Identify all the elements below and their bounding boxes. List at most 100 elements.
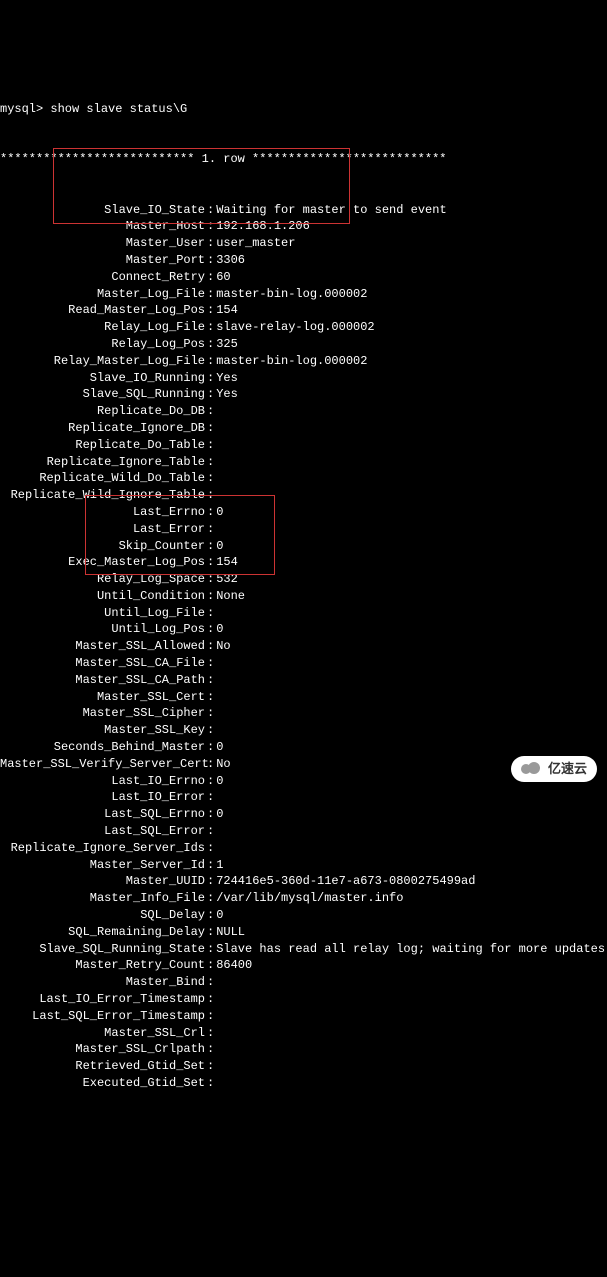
field-value: 154 — [216, 554, 238, 571]
field-separator: : — [205, 420, 216, 437]
field-separator: : — [205, 437, 216, 454]
field-row: Until_Log_File: — [0, 605, 607, 622]
field-value: 192.168.1.206 — [216, 218, 310, 235]
field-separator: : — [205, 773, 216, 790]
field-label: Master_SSL_CA_Path — [0, 672, 205, 689]
row-separator: *************************** 1. row *****… — [0, 151, 607, 168]
field-row: Last_SQL_Error_Timestamp: — [0, 1008, 607, 1025]
field-separator: : — [205, 957, 216, 974]
field-label: Until_Log_Pos — [0, 621, 205, 638]
field-row: Master_Host:192.168.1.206 — [0, 218, 607, 235]
field-value: Yes — [216, 386, 238, 403]
field-row: Skip_Counter:0 — [0, 538, 607, 555]
field-separator: : — [205, 1008, 216, 1025]
field-separator: : — [205, 924, 216, 941]
field-separator: : — [205, 823, 216, 840]
field-value: 0 — [216, 806, 223, 823]
field-value: 0 — [216, 773, 223, 790]
field-row: Relay_Log_Pos:325 — [0, 336, 607, 353]
field-separator: : — [205, 538, 216, 555]
field-separator: : — [205, 454, 216, 471]
field-row: Retrieved_Gtid_Set: — [0, 1058, 607, 1075]
field-label: Replicate_Wild_Ignore_Table — [0, 487, 205, 504]
field-row: Master_Server_Id:1 — [0, 857, 607, 874]
field-row: Last_Errno:0 — [0, 504, 607, 521]
field-row: Replicate_Do_Table: — [0, 437, 607, 454]
field-row: Master_Port:3306 — [0, 252, 607, 269]
field-separator: : — [205, 235, 216, 252]
field-row: Relay_Log_File:slave-relay-log.000002 — [0, 319, 607, 336]
field-row: Slave_SQL_Running:Yes — [0, 386, 607, 403]
field-separator: : — [205, 487, 216, 504]
field-row: Last_IO_Error_Timestamp: — [0, 991, 607, 1008]
field-value: 86400 — [216, 957, 252, 974]
field-separator: : — [205, 756, 216, 773]
field-label: Relay_Log_File — [0, 319, 205, 336]
field-separator: : — [205, 588, 216, 605]
field-label: Master_SSL_Key — [0, 722, 205, 739]
field-row: Slave_IO_State:Waiting for master to sen… — [0, 202, 607, 219]
field-label: Master_SSL_CA_File — [0, 655, 205, 672]
field-separator: : — [205, 336, 216, 353]
field-separator: : — [205, 739, 216, 756]
field-row: Until_Condition:None — [0, 588, 607, 605]
field-separator: : — [205, 202, 216, 219]
field-separator: : — [205, 857, 216, 874]
field-row: Replicate_Ignore_Table: — [0, 454, 607, 471]
field-label: SQL_Delay — [0, 907, 205, 924]
field-value: 724416e5-360d-11e7-a673-0800275499ad — [216, 873, 475, 890]
field-label: Slave_SQL_Running — [0, 386, 205, 403]
field-separator: : — [205, 672, 216, 689]
field-separator: : — [205, 1075, 216, 1092]
field-row: Replicate_Ignore_DB: — [0, 420, 607, 437]
field-row: Replicate_Wild_Do_Table: — [0, 470, 607, 487]
field-separator: : — [205, 1041, 216, 1058]
field-value: None — [216, 588, 245, 605]
field-label: SQL_Remaining_Delay — [0, 924, 205, 941]
field-label: Master_SSL_Cipher — [0, 705, 205, 722]
field-separator: : — [205, 470, 216, 487]
field-row: Master_SSL_Cipher: — [0, 705, 607, 722]
field-row: SQL_Remaining_Delay:NULL — [0, 924, 607, 941]
field-value: Waiting for master to send event — [216, 202, 446, 219]
field-row: Relay_Master_Log_File:master-bin-log.000… — [0, 353, 607, 370]
field-row: Seconds_Behind_Master:0 — [0, 739, 607, 756]
field-row: Master_Retry_Count:86400 — [0, 957, 607, 974]
field-row: Exec_Master_Log_Pos:154 — [0, 554, 607, 571]
field-label: Connect_Retry — [0, 269, 205, 286]
field-label: Master_Log_File — [0, 286, 205, 303]
field-separator: : — [205, 1025, 216, 1042]
field-row: Replicate_Wild_Ignore_Table: — [0, 487, 607, 504]
field-separator: : — [205, 722, 216, 739]
field-separator: : — [205, 504, 216, 521]
field-row: Master_SSL_CA_Path: — [0, 672, 607, 689]
field-separator: : — [205, 974, 216, 991]
field-label: Retrieved_Gtid_Set — [0, 1058, 205, 1075]
field-row: Last_SQL_Errno:0 — [0, 806, 607, 823]
field-label: Exec_Master_Log_Pos — [0, 554, 205, 571]
field-row: Read_Master_Log_Pos:154 — [0, 302, 607, 319]
field-row: Last_IO_Error: — [0, 789, 607, 806]
field-label: Replicate_Ignore_Table — [0, 454, 205, 471]
field-value: Yes — [216, 370, 238, 387]
field-separator: : — [205, 941, 216, 958]
field-value: 0 — [216, 907, 223, 924]
field-separator: : — [205, 621, 216, 638]
field-label: Slave_IO_Running — [0, 370, 205, 387]
field-label: Master_SSL_Allowed — [0, 638, 205, 655]
field-row: Last_SQL_Error: — [0, 823, 607, 840]
field-label: Master_SSL_Crl — [0, 1025, 205, 1042]
field-label: Slave_IO_State — [0, 202, 205, 219]
field-label: Last_SQL_Error — [0, 823, 205, 840]
field-separator: : — [205, 521, 216, 538]
field-label: Master_User — [0, 235, 205, 252]
field-value: 0 — [216, 504, 223, 521]
field-separator: : — [205, 873, 216, 890]
field-value: 154 — [216, 302, 238, 319]
field-label: Master_SSL_Crlpath — [0, 1041, 205, 1058]
field-row: Master_SSL_Crl: — [0, 1025, 607, 1042]
field-label: Master_Host — [0, 218, 205, 235]
field-label: Replicate_Do_Table — [0, 437, 205, 454]
field-row: Master_SSL_Allowed:No — [0, 638, 607, 655]
field-label: Master_SSL_Verify_Server_Cert — [0, 756, 205, 773]
